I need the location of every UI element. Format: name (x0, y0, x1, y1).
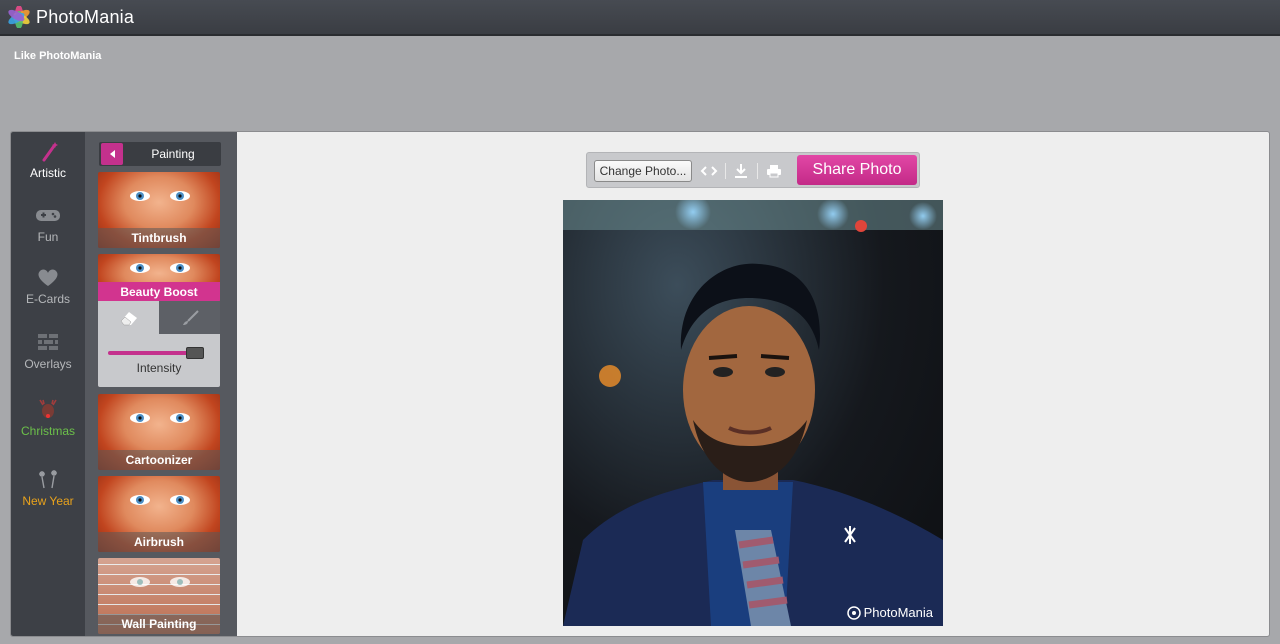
intensity-label: Intensity (136, 361, 182, 375)
effect-tintbrush[interactable]: Tintbrush (98, 172, 220, 248)
share-photo-button[interactable]: Share Photo (797, 155, 917, 185)
editor-panel: Artistic Fun E-Cards Overlays Christmas … (10, 131, 1270, 637)
eyes-thumbnail (130, 495, 190, 505)
category-artistic[interactable]: Artistic (11, 140, 85, 180)
print-button[interactable] (762, 161, 786, 181)
effect-cartoonizer[interactable]: Cartoonizer (98, 394, 220, 470)
download-button[interactable] (729, 161, 753, 181)
print-icon (767, 165, 781, 178)
fireworks-icon (39, 470, 57, 489)
reindeer-icon (39, 399, 57, 418)
intensity-knob[interactable] (186, 347, 204, 359)
eraser-icon (120, 311, 137, 325)
effect-beauty-boost[interactable]: Beauty Boost (98, 254, 220, 302)
category-e-cards[interactable]: E-Cards (11, 266, 85, 306)
eyes-thumbnail (130, 413, 190, 423)
photo-toolbar: Change Photo... Share Photo (586, 152, 920, 188)
effects-title: Painting (151, 147, 195, 161)
eyes-thumbnail (130, 263, 190, 273)
effects-header: Painting (99, 142, 221, 166)
effect-options: Intensity (98, 301, 220, 387)
toolbar-divider (725, 163, 726, 179)
eyes-thumbnail (130, 191, 190, 201)
photomania-logo-icon (8, 6, 30, 28)
heart-icon (38, 269, 58, 286)
change-photo-button[interactable]: Change Photo... (594, 160, 692, 182)
magic-wand-icon (42, 142, 58, 162)
category-sidebar: Artistic Fun E-Cards Overlays Christmas … (11, 132, 85, 636)
compare-button[interactable] (697, 161, 721, 181)
effect-wall-painting[interactable]: Wall Painting (98, 558, 220, 634)
category-fun[interactable]: Fun (11, 204, 85, 244)
brush-icon (182, 309, 199, 325)
brick-wall-icon (38, 334, 58, 350)
watermark-text: PhotoMania (863, 605, 933, 620)
app-logo[interactable]: PhotoMania (8, 5, 134, 29)
app-name: PhotoMania (36, 6, 135, 27)
top-bar: PhotoMania (0, 0, 1280, 36)
photo-watermark: PhotoMania (846, 605, 933, 620)
eraser-tab[interactable] (98, 301, 159, 334)
like-link[interactable]: Like PhotoMania (14, 50, 101, 62)
effect-airbrush[interactable]: Airbrush (98, 476, 220, 552)
intensity-track (108, 351, 195, 355)
photomania-watermark-icon (846, 605, 861, 620)
category-christmas[interactable]: Christmas (11, 398, 85, 438)
portrait-illustration (563, 200, 943, 626)
category-overlays[interactable]: Overlays (11, 331, 85, 371)
eyes-thumbnail (130, 577, 190, 587)
category-new-year[interactable]: New Year (11, 468, 85, 508)
edited-photo: PhotoMania (563, 200, 943, 626)
download-icon (735, 164, 747, 178)
gamepad-icon (36, 210, 60, 221)
toolbar-divider (757, 163, 758, 179)
back-arrow-icon[interactable] (101, 143, 123, 165)
intensity-slider[interactable] (108, 347, 208, 359)
brush-tab[interactable] (159, 301, 220, 334)
compare-arrows-icon (700, 166, 718, 176)
effects-sidebar: Painting Tintbrush Beauty Boost Intensit… (85, 132, 237, 636)
